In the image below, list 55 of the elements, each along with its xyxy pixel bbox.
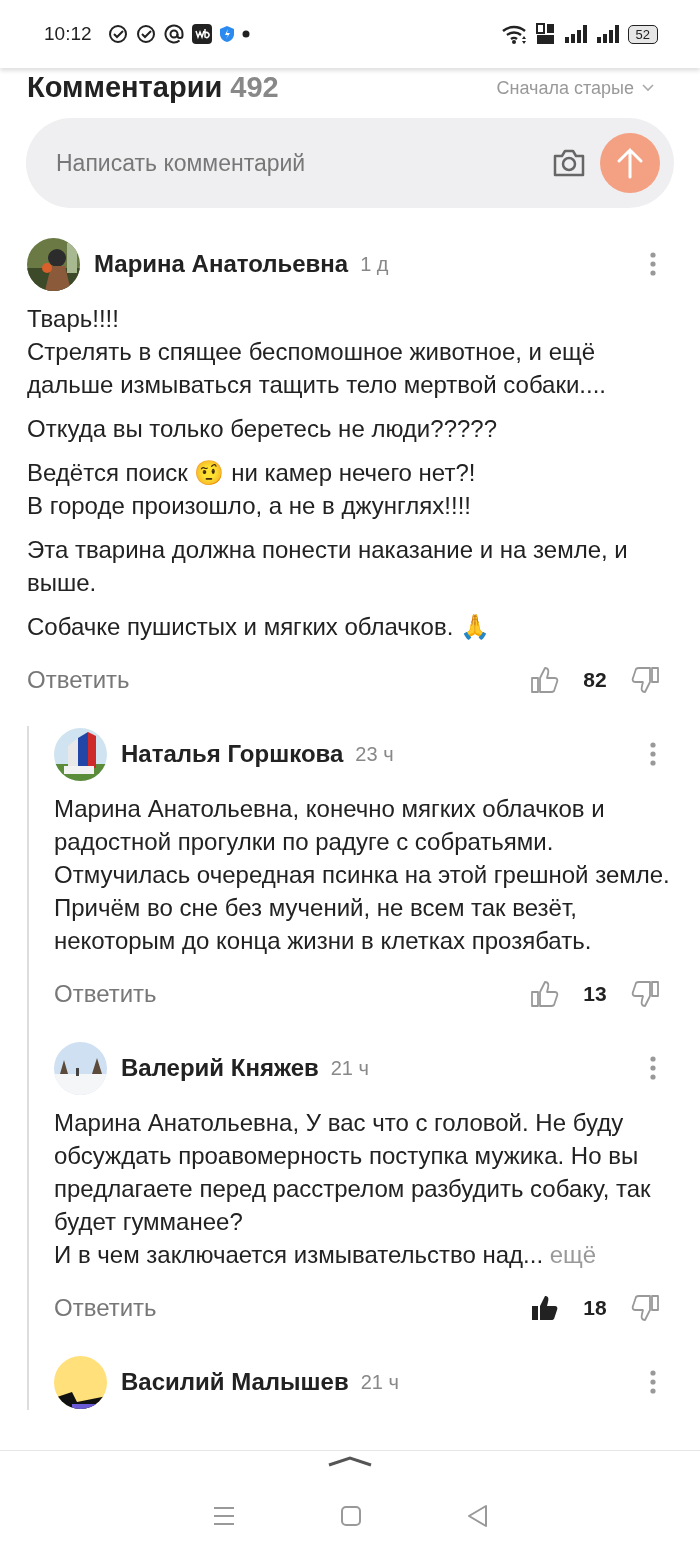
camera-icon[interactable] — [552, 148, 586, 178]
author-name[interactable]: Валерий Княжев — [121, 1050, 319, 1086]
timestamp: 21 ч — [360, 1370, 399, 1395]
comment-text: Марина Анатольевна, У вас что с головой. Не буду обсуждать проавомерность поступка мужика. Но вы предлагаете перед расстрелом разбудить собаку, так будет гумманее? И в чем заключается измывательство над... ещё — [54, 1108, 652, 1270]
signal-icon — [563, 24, 588, 44]
wifi-icon — [501, 24, 528, 44]
comment-bar[interactable]: Написать комментарий — [26, 118, 674, 208]
thumbs-up-icon[interactable] — [530, 665, 560, 695]
battery-indicator: 52 — [627, 24, 658, 44]
comments-heading: Комментарии 492 — [27, 70, 279, 106]
thumbs-up-filled-icon[interactable] — [530, 1293, 560, 1323]
more-link[interactable]: ещё — [549, 1241, 597, 1268]
thumbs-up-icon[interactable] — [530, 979, 560, 1009]
more-icon[interactable] — [650, 1056, 656, 1080]
menu-icon[interactable] — [213, 1506, 235, 1526]
vote-count: 82 — [582, 667, 608, 694]
comment-text: Тварь!!!! Стрелять в спящее беспомошное животное, и ещё дальше измываться тащить тело мертвой собаки.... — [27, 304, 607, 400]
thumbs-down-icon[interactable] — [630, 1293, 660, 1323]
sort-dropdown[interactable]: Сначала старые — [496, 74, 634, 102]
author-name[interactable]: Наталья Горшкова — [121, 736, 344, 772]
chevron-down-icon — [642, 84, 654, 92]
back-icon[interactable] — [467, 1505, 487, 1527]
comment-text: Откуда вы только беретесь не люди????? — [27, 414, 498, 444]
app-icon — [191, 24, 212, 44]
comment-text: Ведётся поиск 🤨 ни камер нечего нет?! В городе произошло, а не в джунглях!!!! — [27, 458, 477, 521]
reply-link[interactable]: Ответить — [27, 662, 130, 698]
vote-count: 13 — [582, 981, 608, 1008]
thumbs-down-icon[interactable] — [630, 979, 660, 1009]
comment-field[interactable]: Написать комментарий — [54, 144, 538, 182]
timestamp: 23 ч — [355, 742, 394, 767]
handle-icon[interactable] — [327, 1455, 373, 1467]
reply-link[interactable]: Ответить — [54, 976, 157, 1012]
clock-text: 10:12 — [44, 21, 92, 46]
shield-icon — [219, 26, 234, 42]
check-circle-icon — [135, 24, 156, 44]
vote-count: 18 — [582, 1295, 608, 1322]
timestamp: 21 ч — [330, 1056, 369, 1081]
more-icon[interactable] — [650, 742, 656, 766]
home-icon[interactable] — [341, 1506, 361, 1526]
comment-text: Марина Анатольевна, конечно мягких облачков и радостной прогулки по радуге с собратьями. Отмучилась очередная псинка на этой грешной земле. Причём во сне без мучений, не всем так везёт, некоторым до конца жизни в клетках прозябать. — [54, 794, 670, 956]
send-button[interactable] — [600, 133, 660, 193]
arrow-up-icon — [616, 147, 644, 179]
comment-text: Собачке пушистых и мягких облачков. 🙏 — [27, 612, 491, 642]
reply-link[interactable]: Ответить — [54, 1290, 157, 1326]
author-name[interactable]: Марина Анатольевна — [94, 246, 349, 282]
dot-icon — [241, 30, 250, 38]
comment-text: Эта тварина должна понести наказание и на земле, и выше. — [27, 535, 629, 598]
timestamp: 1 д — [360, 252, 389, 277]
more-icon[interactable] — [650, 1370, 656, 1394]
more-icon[interactable] — [650, 252, 656, 276]
check-circle-icon — [107, 24, 128, 44]
thumbs-down-icon[interactable] — [630, 665, 660, 695]
author-name[interactable]: Василий Малышев — [121, 1364, 349, 1400]
at-sign-icon — [163, 24, 184, 44]
signal-icon — [595, 24, 620, 44]
